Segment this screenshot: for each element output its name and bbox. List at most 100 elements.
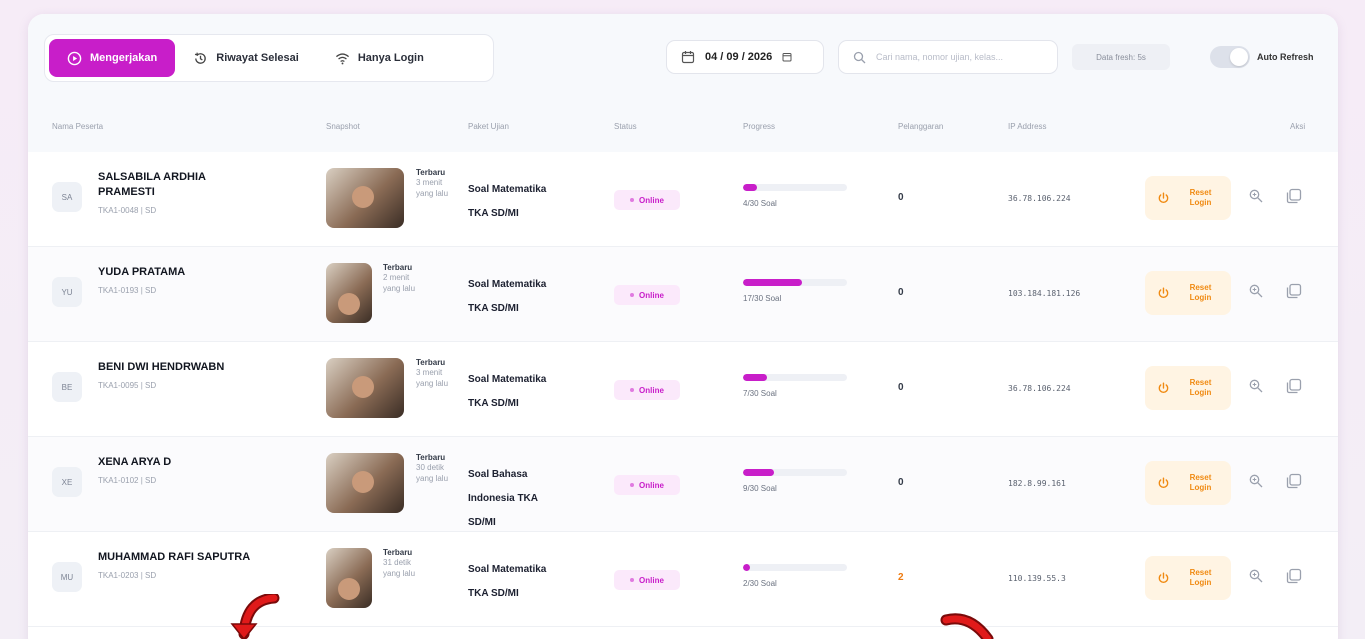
table-row: XE XENA ARYA D TKA1-0102 | SD Terbaru 30… bbox=[28, 437, 1338, 532]
progress-fill bbox=[743, 564, 751, 571]
snapshot-label: Terbaru bbox=[416, 358, 446, 367]
reset-login-label: Reset Login bbox=[1189, 567, 1212, 587]
status-badge: Online bbox=[614, 380, 680, 400]
participant-id: TKA1-0095 | SD bbox=[98, 380, 157, 390]
reset-login-label: Reset Login bbox=[1189, 377, 1212, 397]
reset-login-button[interactable]: Reset Login bbox=[1145, 176, 1231, 220]
snapshot-image[interactable] bbox=[326, 453, 404, 513]
zoom-icon[interactable] bbox=[1248, 378, 1264, 394]
monitoring-card: Mengerjakan Riwayat Selesai Hanya Login … bbox=[28, 14, 1338, 639]
date-value: 04 / 09 / 2026 bbox=[705, 51, 773, 63]
exam-package: Soal Matematika TKA SD/MI bbox=[468, 279, 547, 314]
search-box bbox=[838, 40, 1058, 74]
snapshot-caption: Terbaru 3 menit yang lalu bbox=[416, 168, 460, 199]
col-pelanggaran: Pelanggaran bbox=[898, 122, 944, 131]
participant-name: BENI DWI HENDRWABN bbox=[98, 361, 225, 373]
participant-id: TKA1-0203 | SD bbox=[98, 570, 157, 580]
snapshot-caption: Terbaru 30 detik yang lalu bbox=[416, 453, 460, 484]
search-icon bbox=[853, 51, 866, 63]
col-ip-address: IP Address bbox=[1008, 122, 1047, 131]
progress-text: 7/30 Soal bbox=[743, 389, 777, 398]
col-aksi: Aksi bbox=[1290, 122, 1306, 131]
progress-text: 4/30 Soal bbox=[743, 199, 777, 208]
gallery-icon[interactable] bbox=[1286, 473, 1302, 489]
status-badge: Online bbox=[614, 570, 680, 590]
progress-fill bbox=[743, 469, 775, 476]
date-picker[interactable]: 04 / 09 / 2026 bbox=[666, 40, 824, 74]
violation-count: 2 bbox=[898, 572, 904, 583]
ip-address: 36.78.106.224 bbox=[1008, 194, 1071, 203]
progress-bar bbox=[743, 374, 847, 381]
snapshot-image[interactable] bbox=[326, 548, 372, 608]
progress-bar bbox=[743, 469, 847, 476]
auto-refresh-label: Auto Refresh bbox=[1257, 52, 1314, 62]
status-badge: Online bbox=[614, 190, 680, 210]
calendar-icon bbox=[681, 51, 695, 64]
zoom-icon[interactable] bbox=[1248, 283, 1264, 299]
snapshot-caption: Terbaru 2 menit yang lalu bbox=[383, 263, 427, 294]
participant-name-block: SALSABILA ARDHIA PRAMESTI TKA1-0048 | SD bbox=[98, 170, 258, 216]
avatar: YU bbox=[52, 277, 82, 307]
reset-login-label: Reset Login bbox=[1189, 282, 1212, 302]
avatar: MU bbox=[52, 562, 82, 592]
progress-fill bbox=[743, 374, 767, 381]
status-dot-icon bbox=[630, 578, 635, 582]
reset-login-button[interactable]: Reset Login bbox=[1145, 461, 1231, 505]
ip-address: 36.78.106.224 bbox=[1008, 384, 1071, 393]
snapshot-time: 2 menit yang lalu bbox=[383, 273, 416, 293]
power-icon bbox=[1158, 477, 1169, 488]
participant-id: TKA1-0048 | SD bbox=[98, 205, 157, 215]
progress-text: 2/30 Soal bbox=[743, 579, 777, 588]
tab-segment: Mengerjakan Riwayat Selesai Hanya Login bbox=[44, 34, 494, 82]
play-circle-icon bbox=[67, 51, 82, 65]
reset-login-button[interactable]: Reset Login bbox=[1145, 556, 1231, 600]
participant-name-block: MUHAMMAD RAFI SAPUTRA TKA1-0203 | SD bbox=[98, 550, 258, 582]
avatar: SA bbox=[52, 182, 82, 212]
reset-login-button[interactable]: Reset Login bbox=[1145, 271, 1231, 315]
exam-package: Soal Matematika TKA SD/MI bbox=[468, 564, 547, 599]
snapshot-image[interactable] bbox=[326, 168, 404, 228]
participant-name-block: YUDA PRATAMA TKA1-0193 | SD bbox=[98, 265, 258, 297]
status-dot-icon bbox=[630, 483, 635, 487]
ip-address: 110.139.55.3 bbox=[1008, 574, 1066, 583]
tab-mengerjakan[interactable]: Mengerjakan bbox=[49, 39, 176, 77]
zoom-icon[interactable] bbox=[1248, 568, 1264, 584]
search-input[interactable] bbox=[876, 52, 1036, 62]
snapshot-caption: Terbaru 31 detik yang lalu bbox=[383, 548, 427, 579]
tab-riwayat-selesai[interactable]: Riwayat Selesai bbox=[175, 39, 317, 77]
history-icon bbox=[195, 52, 207, 64]
avatar: BE bbox=[52, 372, 82, 402]
exam-package: Soal Matematika TKA SD/MI bbox=[468, 184, 547, 219]
gallery-icon[interactable] bbox=[1286, 188, 1302, 204]
reset-login-label: Reset Login bbox=[1189, 187, 1212, 207]
table-row: YU YUDA PRATAMA TKA1-0193 | SD Terbaru 2… bbox=[28, 247, 1338, 342]
progress-fill bbox=[743, 184, 757, 191]
participant-name: SALSABILA ARDHIA PRAMESTI bbox=[98, 171, 206, 198]
violation-count: 0 bbox=[898, 192, 904, 203]
progress-text: 9/30 Soal bbox=[743, 484, 777, 493]
violation-count: 0 bbox=[898, 477, 904, 488]
reset-login-button[interactable]: Reset Login bbox=[1145, 366, 1231, 410]
auto-refresh-toggle[interactable] bbox=[1210, 46, 1250, 68]
gallery-icon[interactable] bbox=[1286, 568, 1302, 584]
ip-address: 103.184.181.126 bbox=[1008, 289, 1081, 298]
exam-package: Soal Matematika TKA SD/MI bbox=[468, 374, 547, 409]
status-badge: Online bbox=[614, 285, 680, 305]
col-status: Status bbox=[614, 122, 637, 131]
avatar: XE bbox=[52, 467, 82, 497]
progress-fill bbox=[743, 279, 803, 286]
tab-hanya-login[interactable]: Hanya Login bbox=[317, 39, 442, 77]
gallery-icon[interactable] bbox=[1286, 283, 1302, 299]
participant-name: XENA ARYA D bbox=[98, 456, 172, 468]
progress-bar bbox=[743, 184, 847, 191]
snapshot-image[interactable] bbox=[326, 263, 372, 323]
zoom-icon[interactable] bbox=[1248, 473, 1264, 489]
col-paket-ujian: Paket Ujian bbox=[468, 122, 509, 131]
power-icon bbox=[1158, 572, 1169, 583]
zoom-icon[interactable] bbox=[1248, 188, 1264, 204]
power-icon bbox=[1158, 382, 1169, 393]
snapshot-image[interactable] bbox=[326, 358, 404, 418]
data-fresh-badge: Data fresh: 5s bbox=[1072, 44, 1170, 70]
gallery-icon[interactable] bbox=[1286, 378, 1302, 394]
status-badge: Online bbox=[614, 475, 680, 495]
